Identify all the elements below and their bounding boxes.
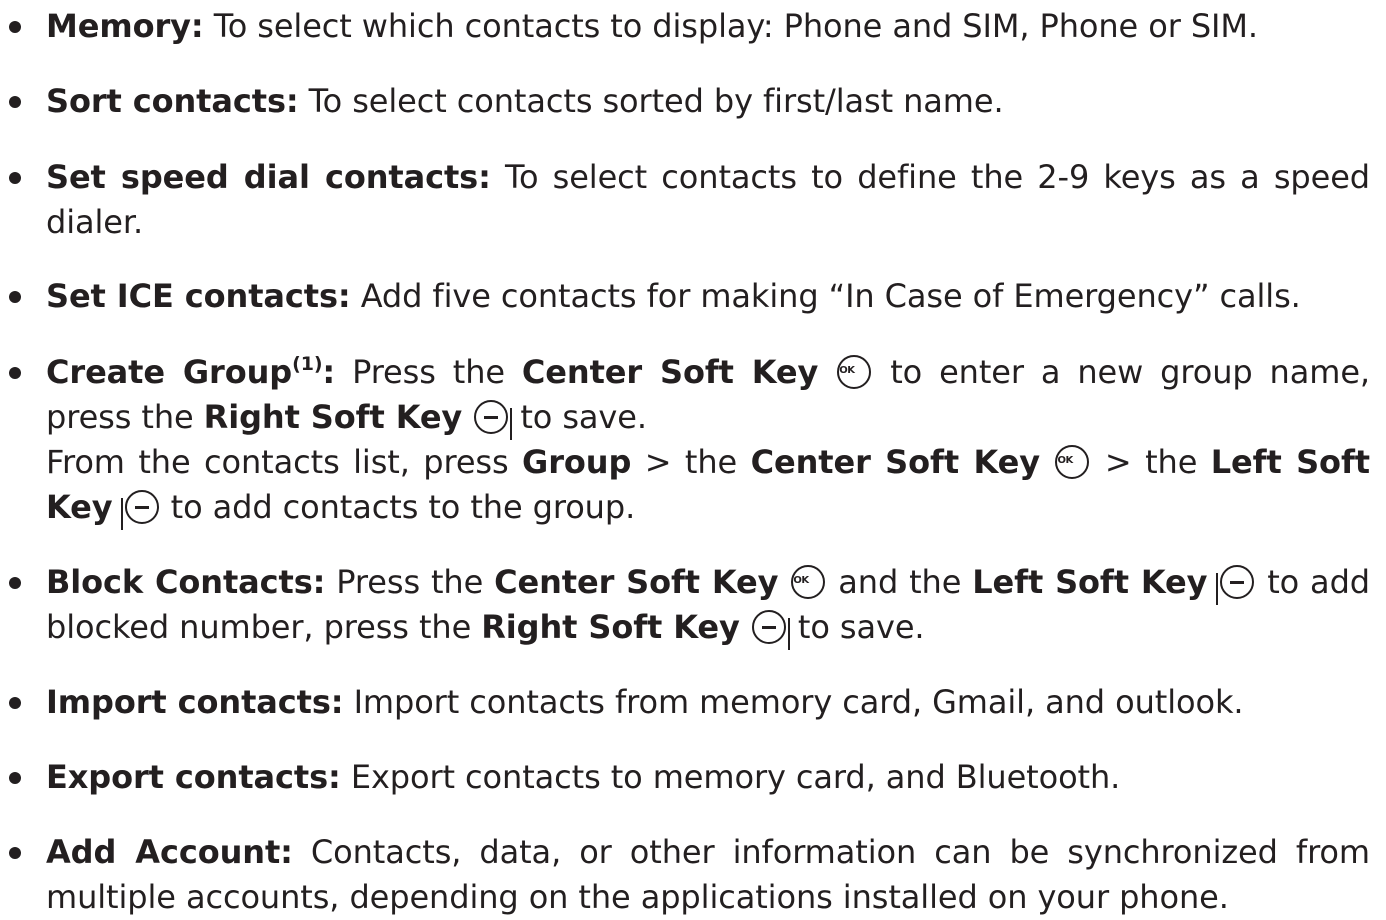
list-item-block-contacts: Block Contacts: Press the Center Soft Ke… xyxy=(0,560,1370,650)
footnote-marker: (1) xyxy=(292,353,323,375)
list-item-import-contacts: Import contacts: Import contacts from me… xyxy=(0,680,1370,725)
right-soft-key-icon xyxy=(474,400,513,440)
item-text: Press the xyxy=(325,563,495,601)
ok-circle-icon xyxy=(837,355,872,389)
bullet xyxy=(9,697,21,709)
list-item-speed-dial: Set speed dial contacts: To select conta… xyxy=(0,155,1370,245)
item-text: to save. xyxy=(787,608,925,646)
item-text: Export contacts to memory card, and Blue… xyxy=(340,758,1121,796)
center-soft-key-label: Center Soft Key xyxy=(494,563,779,601)
list-item-add-account: Add Account: Contacts, data, or other in… xyxy=(0,830,1370,920)
bullet xyxy=(9,172,21,184)
label-colon: : xyxy=(322,353,336,391)
left-soft-key-icon xyxy=(1216,565,1255,605)
item-label: Block Contacts: xyxy=(46,563,326,601)
item-label: Add Account: xyxy=(46,833,293,871)
item-text: Import contacts from memory card, Gmail,… xyxy=(343,683,1244,721)
list-item-memory: Memory: To select which contacts to disp… xyxy=(0,4,1370,49)
item-label: Sort contacts: xyxy=(46,82,299,120)
item-text: > the xyxy=(631,443,751,481)
item-text: From the contacts list, press xyxy=(46,443,523,481)
bullet xyxy=(9,772,21,784)
ok-circle-icon xyxy=(1055,445,1090,479)
item-text: and the xyxy=(827,563,973,601)
item-label: Memory: xyxy=(46,7,204,45)
item-label: Set ICE contacts: xyxy=(46,277,351,315)
item-text: to add contacts to the group. xyxy=(160,488,636,526)
item-text: Press the xyxy=(335,353,522,391)
contacts-settings-list: Memory: To select which contacts to disp… xyxy=(0,0,1386,917)
left-soft-key-icon xyxy=(120,490,159,530)
list-item-create-group: Create Group(1): Press the Center Soft K… xyxy=(0,350,1370,530)
center-soft-key-label: Center Soft Key xyxy=(521,353,819,391)
item-label: Set speed dial contacts: xyxy=(46,158,491,196)
item-text: to save. xyxy=(510,398,647,436)
center-soft-key-label: Center Soft Key xyxy=(750,443,1040,481)
list-item-export-contacts: Export contacts: Export contacts to memo… xyxy=(0,755,1370,800)
bullet xyxy=(9,367,21,379)
bullet xyxy=(9,847,21,859)
right-soft-key-label: Right Soft Key xyxy=(481,608,740,646)
item-text: > the xyxy=(1091,443,1211,481)
left-soft-key-label: Left Soft Key xyxy=(972,563,1208,601)
item-text: To select contacts sorted by first/last … xyxy=(298,82,1004,120)
item-continuation: From the contacts list, press Group > th… xyxy=(46,440,1370,530)
group-label: Group xyxy=(522,443,632,481)
item-text: Add five contacts for making “In Case of… xyxy=(350,277,1301,315)
list-item-ice-contacts: Set ICE contacts: Add five contacts for … xyxy=(0,274,1370,319)
item-label: Export contacts: xyxy=(46,758,341,796)
bullet xyxy=(9,96,21,108)
item-text: To select which contacts to display: Pho… xyxy=(203,7,1258,45)
list-item-sort-contacts: Sort contacts: To select contacts sorted… xyxy=(0,79,1370,124)
right-soft-key-icon xyxy=(751,610,790,650)
bullet xyxy=(9,21,21,33)
item-label: Import contacts: xyxy=(46,683,344,721)
bullet xyxy=(9,291,21,303)
item-label: Create Group xyxy=(46,353,293,391)
bullet xyxy=(9,577,21,589)
ok-circle-icon xyxy=(791,565,826,599)
right-soft-key-label: Right Soft Key xyxy=(203,398,463,436)
